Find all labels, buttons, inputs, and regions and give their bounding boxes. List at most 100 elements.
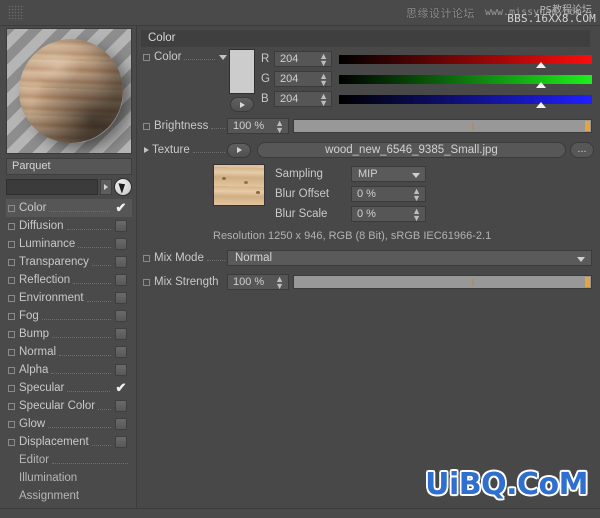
g-slider-marker[interactable] <box>536 81 547 88</box>
r-stepper-icon[interactable]: ▲ ▼ <box>319 52 328 68</box>
channel-marker-icon[interactable] <box>8 402 15 410</box>
page-item-editor[interactable]: Editor <box>6 451 132 469</box>
r-slider-marker[interactable] <box>536 61 547 68</box>
b-value-field[interactable]: 204 ▲ ▼ <box>274 91 332 108</box>
channel-marker-icon[interactable] <box>8 348 15 356</box>
blur-offset-field[interactable]: 0 % ▲ ▼ <box>351 186 426 203</box>
chevron-down-icon[interactable] <box>219 54 227 60</box>
watermark-cn2-text: PS教程论坛 <box>539 5 592 16</box>
channel-item-specular[interactable]: Specular ✔ <box>6 379 132 397</box>
mix-strength-stepper-icon[interactable]: ▲ ▼ <box>275 275 284 291</box>
brightness-value-field[interactable]: 100 % ▲ ▼ <box>227 118 289 135</box>
pointer-arrow-icon[interactable] <box>114 178 132 196</box>
channel-item-color[interactable]: Color ✔ <box>6 199 132 217</box>
channel-item-transparency[interactable]: Transparency <box>6 253 132 271</box>
b-slider-marker[interactable] <box>536 101 547 108</box>
channel-marker-icon[interactable] <box>8 384 15 392</box>
channel-marker-icon[interactable] <box>8 276 15 284</box>
channel-item-fog[interactable]: Fog <box>6 307 132 325</box>
channel-toggle-box[interactable] <box>115 256 127 268</box>
material-name-field[interactable]: Parquet <box>6 158 132 175</box>
channel-toggle-box[interactable] <box>115 346 127 358</box>
mix-strength-slider[interactable] <box>293 275 592 289</box>
search-dropdown-button[interactable] <box>100 179 112 195</box>
preview-sphere <box>19 39 123 143</box>
channel-marker-icon[interactable] <box>8 240 15 248</box>
channel-toggle-box[interactable] <box>115 310 127 322</box>
b-stepper-icon[interactable]: ▲ ▼ <box>319 92 328 108</box>
channel-toggle-box[interactable] <box>115 436 127 448</box>
texture-fields: Sampling MIP Blur Offset 0 % ▲ ▼ Blur Sc… <box>275 164 594 224</box>
g-slider-track[interactable] <box>339 74 592 88</box>
channel-toggle-box[interactable] <box>115 400 127 412</box>
channel-check-icon[interactable]: ✔ <box>114 201 128 214</box>
channel-toggle-box[interactable] <box>115 364 127 376</box>
channel-item-normal[interactable]: Normal <box>6 343 132 361</box>
rgb-row-b: B 204 ▲ ▼ <box>261 89 594 109</box>
expand-triangle-icon[interactable] <box>144 147 149 153</box>
dot-leader <box>66 220 111 230</box>
chevron-down-icon[interactable] <box>412 173 420 178</box>
page-item-illumination[interactable]: Illumination <box>6 469 132 487</box>
texture-browse-button[interactable]: ... <box>570 142 594 158</box>
channel-marker-icon[interactable] <box>8 294 15 302</box>
r-value-field[interactable]: 204 ▲ ▼ <box>274 51 332 68</box>
r-slider-track[interactable] <box>339 54 592 68</box>
dot-leader <box>206 252 225 261</box>
blur-offset-stepper-icon[interactable]: ▲ ▼ <box>412 187 421 203</box>
channel-toggle-box[interactable] <box>115 292 127 304</box>
g-stepper-icon[interactable]: ▲ ▼ <box>319 72 328 88</box>
channel-item-diffusion[interactable]: Diffusion <box>6 217 132 235</box>
color-label: Color <box>154 51 182 63</box>
channel-marker-icon[interactable] <box>8 258 15 266</box>
channel-item-glow[interactable]: Glow <box>6 415 132 433</box>
mix-mode-dropdown[interactable]: Normal <box>227 250 592 266</box>
mix-strength-enable-checkbox[interactable] <box>143 278 150 286</box>
brightness-slider-handle[interactable] <box>585 121 590 131</box>
mix-strength-value-field[interactable]: 100 % ▲ ▼ <box>227 274 289 291</box>
channel-marker-icon[interactable] <box>8 366 15 374</box>
color-expand-button[interactable] <box>230 97 254 112</box>
channel-toggle-box[interactable] <box>115 418 127 430</box>
texture-thumbnail[interactable] <box>213 164 265 206</box>
channel-marker-icon[interactable] <box>8 204 15 212</box>
channel-item-displacement[interactable]: Displacement <box>6 433 132 451</box>
brightness-enable-checkbox[interactable] <box>143 122 150 130</box>
mix-strength-slider-handle[interactable] <box>585 277 590 287</box>
texture-file-field[interactable]: wood_new_6546_9385_Small.jpg <box>257 142 566 158</box>
channel-marker-icon[interactable] <box>8 330 15 338</box>
channel-check-icon[interactable]: ✔ <box>114 381 128 394</box>
channel-marker-icon[interactable] <box>8 438 15 446</box>
channel-marker-icon[interactable] <box>8 222 15 230</box>
color-swatch[interactable] <box>229 49 255 94</box>
g-value-text: 204 <box>280 73 299 85</box>
brightness-stepper-icon[interactable]: ▲ ▼ <box>275 119 284 135</box>
page-item-assignment[interactable]: Assignment <box>6 487 132 505</box>
channel-item-environment[interactable]: Environment <box>6 289 132 307</box>
blur-scale-field[interactable]: 0 % ▲ ▼ <box>351 206 426 223</box>
channel-item-alpha[interactable]: Alpha <box>6 361 132 379</box>
channel-toggle-box[interactable] <box>115 238 127 250</box>
blur-scale-stepper-icon[interactable]: ▲ ▼ <box>412 207 421 223</box>
rgb-row-g: G 204 ▲ ▼ <box>261 69 594 89</box>
search-input[interactable] <box>6 179 98 195</box>
sampling-dropdown[interactable]: MIP <box>351 166 426 182</box>
b-slider-track[interactable] <box>339 94 592 108</box>
texture-menu-button[interactable] <box>227 142 251 158</box>
channel-item-bump[interactable]: Bump <box>6 325 132 343</box>
channel-item-specular-color[interactable]: Specular Color <box>6 397 132 415</box>
channel-toggle-box[interactable] <box>115 274 127 286</box>
channel-marker-icon[interactable] <box>8 420 15 428</box>
channel-item-reflection[interactable]: Reflection <box>6 271 132 289</box>
grip-dots-icon[interactable] <box>8 5 24 21</box>
channel-toggle-box[interactable] <box>115 328 127 340</box>
channel-toggle-box[interactable] <box>115 220 127 232</box>
g-value-field[interactable]: 204 ▲ ▼ <box>274 71 332 88</box>
channel-item-luminance[interactable]: Luminance <box>6 235 132 253</box>
chevron-down-icon[interactable] <box>577 257 585 262</box>
channel-marker-icon[interactable] <box>8 312 15 320</box>
brightness-slider[interactable] <box>293 119 592 133</box>
material-preview[interactable] <box>6 28 132 154</box>
color-enable-checkbox[interactable] <box>143 53 150 61</box>
mix-mode-enable-checkbox[interactable] <box>143 254 150 262</box>
